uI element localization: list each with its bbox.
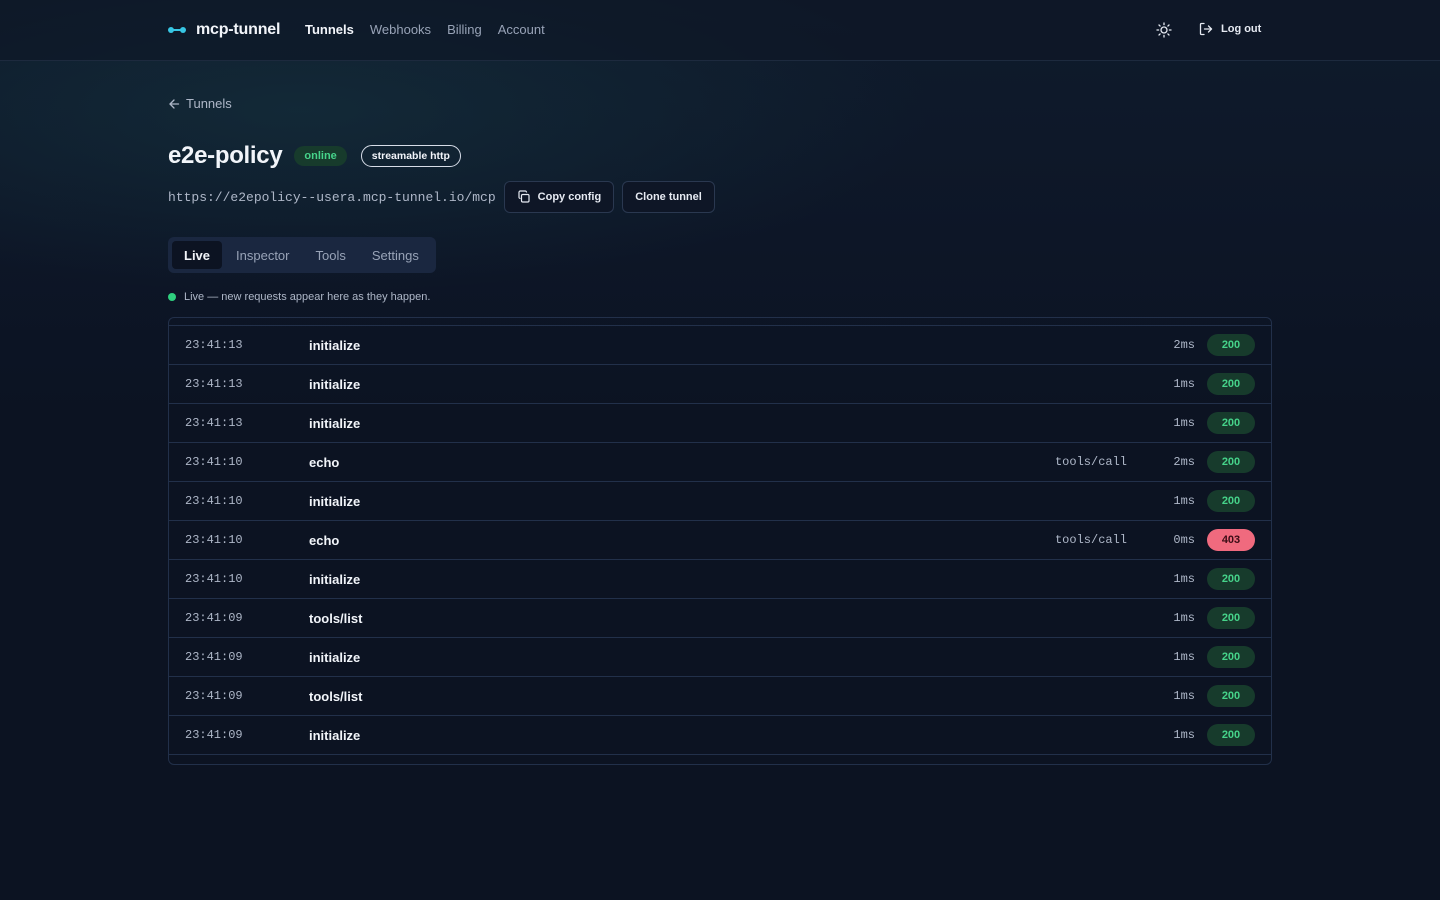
request-row[interactable]: 23:41:13 initialize 1ms 200	[169, 404, 1271, 443]
request-row[interactable]: 23:41:13 initialize 2ms 200	[169, 326, 1271, 365]
request-time: 23:41:13	[185, 377, 243, 391]
page-title: e2e-policy	[168, 142, 283, 169]
request-time: 23:41:10	[185, 572, 243, 586]
request-duration: 0ms	[1173, 533, 1195, 547]
copy-config-button[interactable]: Copy config	[503, 181, 615, 213]
request-duration: 2ms	[1173, 338, 1195, 352]
request-row[interactable]: 23:41:10 initialize 1ms 200	[169, 482, 1271, 521]
status-code-badge: 200	[1207, 607, 1255, 629]
status-code-badge: 200	[1207, 490, 1255, 512]
request-time: 23:41:13	[185, 416, 243, 430]
request-time: 23:41:13	[185, 338, 243, 352]
request-row[interactable]: 23:41:10 initialize 1ms 200	[169, 560, 1271, 599]
request-time: 23:41:10	[185, 533, 243, 547]
request-method: tools/list	[309, 688, 363, 704]
request-method: echo	[309, 532, 340, 548]
request-kind: tools/call	[1054, 533, 1127, 547]
clone-tunnel-label: Clone tunnel	[635, 191, 702, 203]
status-code-badge: 200	[1207, 685, 1255, 707]
nav-webhooks[interactable]: Webhooks	[370, 22, 431, 37]
request-time: 23:41:09	[185, 728, 243, 742]
request-row[interactable]: 23:41:09 tools/list 1ms 200	[169, 599, 1271, 638]
request-time: 23:41:09	[185, 611, 243, 625]
nav-tunnels[interactable]: Tunnels	[305, 22, 354, 37]
request-row[interactable]: 23:41:09 initialize 1ms 200	[169, 638, 1271, 677]
request-method: tools/list	[309, 610, 363, 626]
request-row[interactable]: 23:41:09 tools/list 1ms 200	[169, 677, 1271, 716]
request-method: initialize	[309, 337, 361, 353]
status-badge: online	[294, 146, 347, 166]
sun-icon	[1156, 22, 1172, 38]
request-method: initialize	[309, 376, 361, 392]
live-dot-icon	[168, 293, 176, 301]
copy-config-label: Copy config	[537, 191, 602, 203]
request-duration: 1ms	[1173, 689, 1195, 703]
arrow-left-icon	[169, 98, 180, 109]
request-duration: 1ms	[1173, 650, 1195, 664]
top-bar: mcp-tunnel Tunnels Webhooks Billing Acco…	[0, 0, 1440, 61]
request-time: 23:41:10	[185, 494, 243, 508]
status-code-badge: 200	[1207, 412, 1255, 434]
request-method: initialize	[309, 493, 361, 509]
request-log: 23:41:13 initialize 2ms 200 23:41:13 initiali…	[168, 317, 1272, 765]
tab-settings[interactable]: Settings	[360, 241, 431, 269]
request-time: 23:41:09	[185, 650, 243, 664]
tunnel-url-row: https://e2epolicy--usera.mcp-tunnel.io/m…	[168, 181, 715, 213]
logout-label: Log out	[1221, 23, 1262, 35]
logout-button[interactable]: Log out	[1198, 21, 1261, 37]
request-duration: 1ms	[1173, 572, 1195, 586]
status-code-badge: 200	[1207, 334, 1255, 356]
request-method: initialize	[309, 649, 361, 665]
request-method: initialize	[309, 571, 361, 587]
tab-live[interactable]: Live	[172, 241, 223, 269]
tunnel-logo-icon	[168, 25, 187, 35]
transport-badge: streamable http	[360, 145, 461, 167]
brand-name: mcp-tunnel	[196, 21, 281, 38]
status-code-badge: 200	[1207, 451, 1255, 473]
request-method: echo	[309, 454, 340, 470]
request-time: 23:41:09	[185, 689, 243, 703]
request-list: 23:41:13 initialize 2ms 200 23:41:13 initiali…	[169, 326, 1271, 755]
request-duration: 1ms	[1173, 728, 1195, 742]
status-code-badge: 200	[1207, 724, 1255, 746]
nav-billing[interactable]: Billing	[447, 22, 482, 37]
request-duration: 1ms	[1173, 416, 1195, 430]
tab-tools[interactable]: Tools	[304, 241, 358, 269]
back-to-tunnels-link[interactable]: Tunnels	[168, 96, 232, 111]
request-method: initialize	[309, 415, 361, 431]
request-duration: 1ms	[1173, 377, 1195, 391]
live-note-text: Live — new requests appear here as they …	[184, 291, 431, 303]
main-nav: Tunnels Webhooks Billing Account	[305, 22, 545, 37]
tab-inspector[interactable]: Inspector	[224, 241, 301, 269]
request-duration: 1ms	[1173, 494, 1195, 508]
request-time: 23:41:10	[185, 455, 243, 469]
request-row[interactable]: 23:41:10 echo tools/call 0ms 403	[169, 521, 1271, 560]
tunnel-url[interactable]: https://e2epolicy--usera.mcp-tunnel.io/m…	[168, 190, 496, 205]
copy-icon	[518, 190, 530, 203]
request-row[interactable]: 23:41:09 initialize 1ms 200	[169, 716, 1271, 755]
request-method: initialize	[309, 727, 361, 743]
request-row[interactable]: 23:41:13 initialize 1ms 200	[169, 365, 1271, 404]
live-indicator: Live — new requests appear here as they …	[168, 291, 430, 303]
nav-account[interactable]: Account	[498, 22, 545, 37]
request-kind: tools/call	[1054, 455, 1127, 469]
tunnel-title-row: e2e-policy online streamable http	[168, 142, 461, 170]
tunnel-tabs: Live Inspector Tools Settings	[168, 237, 436, 273]
request-row[interactable]: 23:41:10 echo tools/call 2ms 200	[169, 443, 1271, 482]
log-header-spacer	[169, 318, 1271, 326]
clone-tunnel-button[interactable]: Clone tunnel	[622, 181, 715, 213]
back-label: Tunnels	[186, 96, 232, 111]
theme-toggle-button[interactable]	[1154, 20, 1174, 40]
status-code-badge: 403	[1207, 529, 1255, 551]
brand[interactable]: mcp-tunnel	[168, 18, 280, 42]
logout-icon	[1199, 22, 1213, 36]
status-code-badge: 200	[1207, 646, 1255, 668]
status-code-badge: 200	[1207, 373, 1255, 395]
request-duration: 1ms	[1173, 611, 1195, 625]
status-code-badge: 200	[1207, 568, 1255, 590]
request-duration: 2ms	[1173, 455, 1195, 469]
